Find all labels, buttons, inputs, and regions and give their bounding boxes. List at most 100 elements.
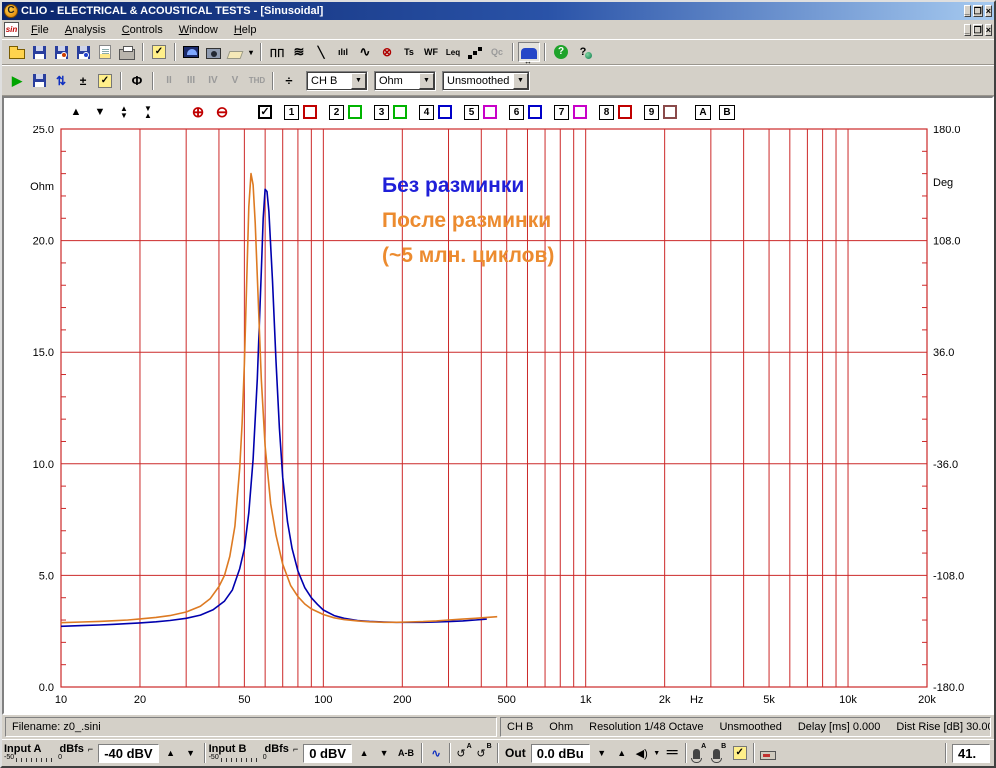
child-minimize-button[interactable]: _ (963, 23, 971, 36)
output-down-button[interactable]: ▼ (592, 744, 612, 762)
zoom-out-button[interactable]: ⊖ (212, 103, 232, 121)
stop-sweep-button[interactable]: ⊗ (376, 42, 398, 62)
erase-overlays-button[interactable] (224, 42, 246, 62)
menu-help[interactable]: Help (226, 22, 265, 38)
units-dropdown-arrow-icon[interactable]: ▼ (419, 72, 434, 89)
input-b-down-button[interactable]: ▼ (374, 744, 394, 762)
curve-2-button[interactable]: 2 (329, 104, 344, 120)
graph-settings-button[interactable]: ✓ (94, 71, 116, 91)
context-help-button[interactable]: ? (572, 42, 594, 62)
curve-7-color-checkbox[interactable] (573, 105, 587, 119)
loop-a-icon[interactable]: ↺ A (454, 743, 474, 763)
expand-scale-button[interactable]: ▲ ▼ (114, 103, 134, 121)
loop-b-icon[interactable]: ↺ B (474, 743, 494, 763)
input-ab-mode-button[interactable]: A-B (398, 748, 414, 758)
waterfall-analysis-button[interactable]: ≋ (288, 42, 310, 62)
thd-button[interactable]: THD (246, 71, 268, 91)
child-restore-button[interactable]: ❐ (972, 23, 983, 36)
smoothing-dropdown-arrow-icon[interactable]: ▼ (513, 72, 528, 89)
movie-button[interactable] (180, 42, 202, 62)
window-restore-button[interactable]: ❐ (972, 5, 983, 17)
menu-analysis[interactable]: Analysis (57, 22, 114, 38)
menu-controls[interactable]: Controls (114, 22, 171, 38)
save-as-button[interactable] (50, 42, 72, 62)
quality-control-button[interactable]: Qc (486, 42, 508, 62)
curve-6-color-checkbox[interactable] (528, 105, 542, 119)
fft-analysis-button[interactable]: ılıl (332, 42, 354, 62)
harmonic-2-button[interactable]: II (158, 71, 180, 91)
smoothing-dropdown[interactable]: Unsmoothed ▼ (442, 70, 530, 91)
curve-1-color-checkbox[interactable] (303, 105, 317, 119)
output-dropdown-arrow-icon[interactable]: ▼ (652, 744, 662, 762)
output-up-button[interactable]: ▲ (612, 744, 632, 762)
export-graphics-button[interactable] (72, 42, 94, 62)
curve-3-button[interactable]: 3 (374, 104, 389, 120)
mls-analysis-button[interactable]: ∏∏ (266, 42, 288, 62)
leq-analysis-button[interactable]: Leq (442, 42, 464, 62)
memory-a-button[interactable]: A (695, 104, 711, 120)
delta-marker-button[interactable]: ± (72, 71, 94, 91)
curve-7-button[interactable]: 7 (554, 104, 569, 120)
curve-5-color-checkbox[interactable] (483, 105, 497, 119)
curve-9-color-checkbox[interactable] (663, 105, 677, 119)
decay-analysis-button[interactable]: ╲ (310, 42, 332, 62)
autoscale-window-button[interactable] (518, 42, 540, 66)
zoom-in-button[interactable]: ⊕ (188, 103, 208, 121)
channel-dropdown[interactable]: CH B ▼ (306, 70, 368, 91)
mic-a-icon[interactable]: A (690, 743, 710, 763)
curve-5-button[interactable]: 5 (464, 104, 479, 120)
input-a-up-button[interactable]: ▲ (161, 744, 181, 762)
dc-coupling-icon[interactable]: == (662, 743, 682, 763)
compress-scale-button[interactable]: ▼ ▲ (138, 103, 158, 121)
help-button[interactable]: ? (550, 42, 572, 62)
options-button[interactable]: ✓ (148, 42, 170, 62)
window-minimize-button[interactable]: _ (963, 5, 971, 17)
input-b-label: Input B (208, 743, 247, 755)
curve-6-button[interactable]: 6 (509, 104, 524, 120)
autostore-button[interactable] (28, 71, 50, 91)
input-b-up-button[interactable]: ▲ (354, 744, 374, 762)
sinusoidal-analysis-button[interactable]: ∿ (354, 42, 376, 62)
hardware-settings-icon[interactable]: ✓ (730, 743, 750, 763)
curve-2-color-checkbox[interactable] (348, 105, 362, 119)
harmonic-3-button[interactable]: III (180, 71, 202, 91)
units-dropdown[interactable]: Ohm ▼ (374, 70, 436, 91)
curve-8-color-checkbox[interactable] (618, 105, 632, 119)
curve-3-color-checkbox[interactable] (393, 105, 407, 119)
mic-b-icon[interactable]: B (710, 743, 730, 763)
curve-8-button[interactable]: 8 (599, 104, 614, 120)
sinusoidal-window-icon[interactable]: sin (4, 22, 19, 37)
harmonic-4-button[interactable]: IV (202, 71, 224, 91)
linearity-distortion-button[interactable] (464, 42, 486, 62)
input-a-down-button[interactable]: ▼ (181, 744, 201, 762)
thiele-small-button[interactable]: Ts (398, 42, 420, 62)
divide-button[interactable]: ÷ (278, 71, 300, 91)
menu-window[interactable]: Window (171, 22, 226, 38)
speaker-icon[interactable]: ◀) (632, 743, 652, 763)
memory-b-button[interactable]: B (719, 104, 735, 120)
autorange-icon[interactable]: ∿ (426, 743, 446, 763)
curve-9-button[interactable]: 9 (644, 104, 659, 120)
curve-4-button[interactable]: 4 (419, 104, 434, 120)
open-button[interactable] (6, 42, 28, 62)
channel-dropdown-arrow-icon[interactable]: ▼ (351, 72, 366, 89)
shift-up-button[interactable]: ▲ (66, 103, 86, 121)
vertical-scale-button[interactable]: ⇅ (50, 71, 72, 91)
erase-dropdown-button[interactable]: ▾ (246, 42, 256, 62)
window-close-button[interactable]: × (984, 5, 992, 17)
phase-button[interactable]: Φ (126, 71, 148, 91)
notes-button[interactable] (94, 42, 116, 62)
harmonic-5-button[interactable]: V (224, 71, 246, 91)
print-button[interactable] (116, 42, 138, 62)
curve-4-color-checkbox[interactable] (438, 105, 452, 119)
menu-file[interactable]: File (23, 22, 57, 38)
snapshot-button[interactable] (202, 42, 224, 62)
waterfall-directivity-button[interactable]: WF (420, 42, 442, 62)
curve-1-button[interactable]: 1 (284, 104, 299, 120)
go-button[interactable]: ▶ (6, 71, 28, 91)
clio-app-icon[interactable]: C (4, 4, 18, 18)
shift-down-button[interactable]: ▼ (90, 103, 110, 121)
child-close-button[interactable]: × (984, 23, 992, 36)
active-curve-checkbox[interactable]: ✓ (258, 105, 272, 119)
save-button[interactable] (28, 42, 50, 62)
